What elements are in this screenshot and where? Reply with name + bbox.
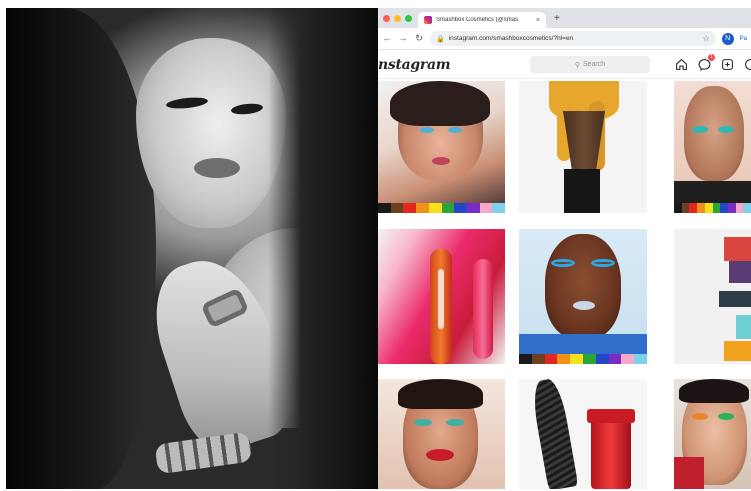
face-shape xyxy=(136,38,286,228)
stripe-segment xyxy=(681,203,690,213)
stripe-segment xyxy=(621,354,635,364)
stripe-segment xyxy=(743,203,751,213)
stripe-segment xyxy=(634,354,647,364)
stripe-segment xyxy=(712,203,721,213)
profile-label[interactable]: Pa xyxy=(740,36,747,42)
tab-close-icon[interactable]: × xyxy=(536,17,540,24)
notification-badge: 1 xyxy=(708,54,715,61)
post-thumbnail[interactable] xyxy=(378,81,505,213)
browser-window: Smashbox Cosmetics (@smas × + ← → ↻ 🔒 in… xyxy=(378,8,751,489)
reload-icon[interactable]: ↻ xyxy=(414,34,424,43)
post-thumbnail[interactable] xyxy=(378,229,505,364)
hair-right-shape xyxy=(268,8,378,489)
post-thumbnail[interactable] xyxy=(519,379,647,489)
portrait-photo xyxy=(6,8,378,489)
post-thumbnail[interactable] xyxy=(519,81,647,213)
stripe-segment xyxy=(570,354,583,364)
stripe-segment xyxy=(544,354,558,364)
instagram-header: nstagram ⚲ Search 1 xyxy=(378,51,751,79)
instagram-nav: 1 xyxy=(674,54,751,71)
close-window-button[interactable] xyxy=(383,15,390,22)
search-icon: ⚲ xyxy=(574,61,580,69)
stripe-segment xyxy=(466,203,480,213)
window-controls xyxy=(378,15,418,28)
stripe-segment xyxy=(519,354,532,364)
stripe-segment xyxy=(697,203,705,213)
stripe-segment xyxy=(727,203,736,213)
stripe-segment xyxy=(608,354,622,364)
stripe-segment xyxy=(704,203,713,213)
stripe-segment xyxy=(720,203,728,213)
rainbow-stripe xyxy=(519,354,647,364)
url-text[interactable]: instagram.com/smashboxcosmetics/?hl=en xyxy=(449,35,699,42)
home-icon[interactable] xyxy=(674,57,688,71)
stripe-segment xyxy=(416,203,429,213)
post-thumbnail[interactable] xyxy=(674,81,751,213)
post-grid xyxy=(378,79,751,489)
post-thumbnail[interactable] xyxy=(674,379,751,489)
stripe-segment xyxy=(403,203,417,213)
stripe-segment xyxy=(390,203,404,213)
stripe-segment xyxy=(428,203,442,213)
stripe-segment xyxy=(735,203,744,213)
post-thumbnail[interactable] xyxy=(378,379,505,489)
stripe-segment xyxy=(582,354,596,364)
minimize-window-button[interactable] xyxy=(394,15,401,22)
new-tab-button[interactable]: + xyxy=(546,14,560,28)
explore-icon[interactable] xyxy=(743,57,751,71)
instagram-favicon-icon xyxy=(424,16,432,24)
screenshot-root: Smashbox Cosmetics (@smas × + ← → ↻ 🔒 in… xyxy=(0,0,751,491)
stripe-segment xyxy=(531,354,545,364)
instagram-logo[interactable]: nstagram xyxy=(378,57,451,73)
bookmark-star-icon[interactable]: ☆ xyxy=(702,34,709,43)
rainbow-stripe xyxy=(378,203,505,213)
messenger-icon[interactable]: 1 xyxy=(697,54,715,71)
stripe-segment xyxy=(454,203,467,213)
stripe-segment xyxy=(378,203,391,213)
lips-shape xyxy=(194,158,240,178)
lock-icon: 🔒 xyxy=(436,35,445,43)
stripe-segment xyxy=(441,203,455,213)
stripe-segment xyxy=(479,203,493,213)
address-bar[interactable]: 🔒 instagram.com/smashboxcosmetics/?hl=en… xyxy=(430,31,716,46)
post-thumbnail[interactable] xyxy=(674,229,751,364)
rainbow-stripe xyxy=(674,203,751,213)
tab-instagram[interactable]: Smashbox Cosmetics (@smas × xyxy=(418,12,546,28)
back-arrow-icon[interactable]: ← xyxy=(382,34,392,43)
search-input[interactable]: ⚲ Search xyxy=(530,56,650,73)
post-thumbnail[interactable] xyxy=(519,229,647,364)
bracelet-shape xyxy=(154,431,253,475)
stripe-segment xyxy=(557,354,571,364)
new-post-icon[interactable] xyxy=(720,57,734,71)
search-placeholder: Search xyxy=(582,61,606,68)
forward-arrow-icon[interactable]: → xyxy=(398,34,408,43)
tab-bar: Smashbox Cosmetics (@smas × + xyxy=(378,8,751,28)
stripe-segment xyxy=(492,203,505,213)
maximize-window-button[interactable] xyxy=(405,15,412,22)
hair-shape xyxy=(6,8,156,489)
profile-avatar[interactable]: N xyxy=(721,32,734,45)
stripe-segment xyxy=(674,203,682,213)
browser-toolbar: ← → ↻ 🔒 instagram.com/smashboxcosmetics/… xyxy=(378,28,751,50)
stripe-segment xyxy=(689,203,698,213)
stripe-segment xyxy=(595,354,609,364)
tab-title: Smashbox Cosmetics (@smas xyxy=(436,17,519,23)
